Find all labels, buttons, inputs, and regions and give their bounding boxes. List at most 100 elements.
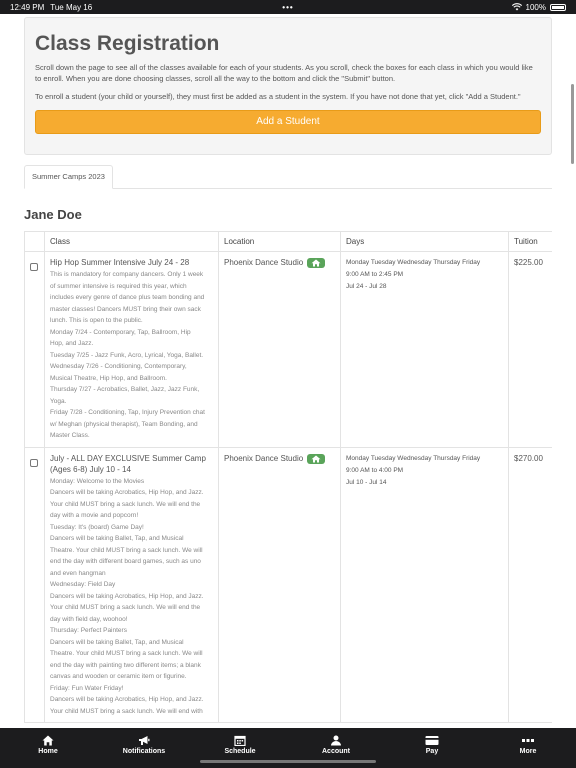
add-student-button[interactable]: Add a Student	[35, 110, 541, 134]
home-indicator[interactable]	[200, 760, 376, 763]
class-description: This is mandatory for company dancers. O…	[50, 269, 213, 442]
description-line: Dancers will be taking Ballet, Tap, and …	[50, 638, 184, 646]
enroll-checkbox[interactable]	[30, 263, 38, 271]
class-title: Hip Hop Summer Intensive July 24 - 28	[50, 258, 190, 267]
description-line: Master Class.	[50, 432, 90, 439]
description-line: includes every genre of dance plus team …	[50, 294, 205, 301]
days-of-week: Monday Tuesday Wednesday Thursday Friday	[346, 454, 481, 462]
description-line: Dancers will be taking Acrobatics, Hip H…	[50, 696, 204, 703]
class-table: Class Location Days Tuition Hip Hop Summ…	[24, 231, 552, 723]
description-line: Musical Theatre, Hip Hop, and Ballroom.	[50, 374, 167, 382]
person-icon	[331, 735, 341, 746]
description-line: Theatre. Your child MUST bring a sack lu…	[50, 650, 203, 657]
description-line: end the day with painting two different …	[50, 661, 201, 669]
student-name: Jane Doe	[24, 207, 82, 222]
page-content: Class Registration Scroll down the page …	[0, 14, 576, 728]
description-line: Your child MUST bring a sack lunch. We w…	[50, 604, 201, 611]
class-title: July - ALL DAY EXCLUSIVE Summer Camp (Ag…	[50, 453, 206, 474]
status-time: 12:49 PM	[10, 2, 45, 12]
home-studio-badge	[307, 258, 326, 269]
enroll-checkbox[interactable]	[30, 458, 38, 467]
header-days: Days	[340, 231, 509, 252]
days-cell: Monday Tuesday Wednesday Thursday Friday…	[340, 251, 509, 448]
description-line: Thursday 7/27 - Acrobatics, Ballet, Jazz…	[50, 386, 200, 393]
scrollbar[interactable]	[571, 84, 574, 164]
class-dates: Jul 24 - Jul 28	[346, 283, 387, 290]
tuition-amount: $270.00	[514, 453, 543, 463]
session-tabs: Summer Camps 2023	[24, 165, 552, 189]
location-name: Phoenix Dance Studio	[224, 258, 304, 267]
header-class: Class	[44, 231, 219, 252]
battery-icon	[550, 3, 566, 11]
add-student-instructions: To enroll a student (your child or yours…	[35, 92, 521, 101]
table-row: Hip Hop Summer Intensive July 24 - 28 Th…	[24, 251, 552, 448]
home-studio-badge	[307, 453, 326, 464]
description-line: Friday 7/28 - Conditioning, Tap, Injury …	[50, 409, 205, 416]
description-line: Monday: Welcome to the Movies	[50, 477, 145, 485]
registration-header: Class Registration Scroll down the page …	[24, 17, 552, 155]
calendar-icon	[234, 735, 246, 746]
multitask-dots[interactable]: •••	[282, 3, 293, 12]
wifi-icon	[511, 3, 522, 11]
tabbar-notifications[interactable]: Notifications	[96, 728, 192, 768]
description-line: day with a movie and popcorn!	[50, 512, 139, 519]
description-line: Yoga.	[50, 397, 67, 405]
instructions-paragraph: Scroll down the page to see all of the c…	[35, 63, 533, 83]
more-icon	[522, 739, 534, 742]
description-line: Tuesday 7/25 - Jazz Funk, Acro, Lyrical,…	[50, 351, 204, 359]
home-icon	[311, 259, 321, 267]
tabbar-home[interactable]: Home	[0, 728, 96, 768]
select-cell	[24, 446, 45, 723]
description-line: lunch. This is open to the public.	[50, 317, 143, 324]
location-cell: Phoenix Dance Studio	[218, 251, 341, 448]
description-line: Dancers will be taking Acrobatics, Hip H…	[50, 489, 204, 496]
tuition-cell: $270.00	[508, 446, 552, 723]
tabbar-more[interactable]: More	[480, 728, 576, 768]
home-icon	[311, 455, 321, 463]
tab-summer-camps-2023[interactable]: Summer Camps 2023	[24, 165, 113, 189]
megaphone-icon	[139, 736, 150, 745]
class-time: 9:00 AM to 2:45 PM	[346, 271, 404, 278]
description-line: Theatre. Your child MUST bring a sack lu…	[50, 546, 203, 554]
description-line: Monday 7/24 - Contemporary, Tap, Ballroo…	[50, 328, 191, 336]
header-tuition: Tuition	[508, 231, 552, 252]
battery-percent: 100%	[525, 2, 546, 12]
description-line: and even hangman	[50, 569, 106, 577]
description-line: Wednesday: Field Day	[50, 581, 116, 588]
description-line: end the day with different board games, …	[50, 558, 201, 565]
table-row: July - ALL DAY EXCLUSIVE Summer Camp (Ag…	[24, 446, 552, 723]
days-cell: Monday Tuesday Wednesday Thursday Friday…	[340, 446, 509, 723]
tabbar-label: Schedule	[224, 748, 256, 755]
location-name: Phoenix Dance Studio	[224, 453, 304, 463]
tabbar-label: Pay	[425, 748, 439, 755]
description-line: Your child MUST bring a sack lunch. We w…	[50, 707, 203, 715]
tabbar-label: Account	[322, 748, 350, 755]
description-line: Tuesday: It's (board) Game Day!	[50, 523, 144, 531]
description-line: Friday: Fun Water Friday!	[50, 684, 124, 692]
description-line: master classes! Dancers MUST bring their…	[50, 305, 201, 313]
class-dates: Jul 10 - Jul 14	[346, 478, 387, 486]
description-line: This is mandatory for company dancers. O…	[50, 271, 204, 278]
description-line: Dancers will be taking Ballet, Tap, and …	[50, 535, 184, 542]
description-line: canvas and wooden or ceramic item or fig…	[50, 673, 187, 680]
description-line: Hop, and Jazz.	[50, 340, 94, 347]
card-icon	[425, 736, 439, 745]
class-table-wrapper: Class Location Days Tuition Hip Hop Summ…	[24, 231, 552, 728]
page-title: Class Registration	[35, 32, 220, 55]
class-time: 9:00 AM to 4:00 PM	[346, 466, 404, 474]
tabbar-label: More	[519, 748, 537, 755]
class-description: Monday: Welcome to the Movies Dancers wil…	[50, 476, 213, 718]
status-date: Tue May 16	[50, 2, 93, 12]
description-line: Thursday: Perfect Painters	[50, 627, 127, 634]
tabbar-pay[interactable]: Pay	[384, 728, 480, 768]
class-cell: Hip Hop Summer Intensive July 24 - 28 Th…	[44, 251, 219, 448]
days-of-week: Monday Tuesday Wednesday Thursday Friday	[346, 259, 481, 266]
description-line: day with field day, woohoo!	[50, 615, 128, 623]
header-select	[24, 231, 45, 252]
location-cell: Phoenix Dance Studio	[218, 446, 341, 723]
description-line: w/ Meghan (physical therapist), Team Bon…	[50, 420, 198, 428]
home-icon	[42, 735, 54, 746]
select-cell	[24, 251, 45, 448]
description-line: Dancers will be taking Acrobatics, Hip H…	[50, 592, 204, 600]
tabbar-label: Notifications	[122, 748, 166, 755]
